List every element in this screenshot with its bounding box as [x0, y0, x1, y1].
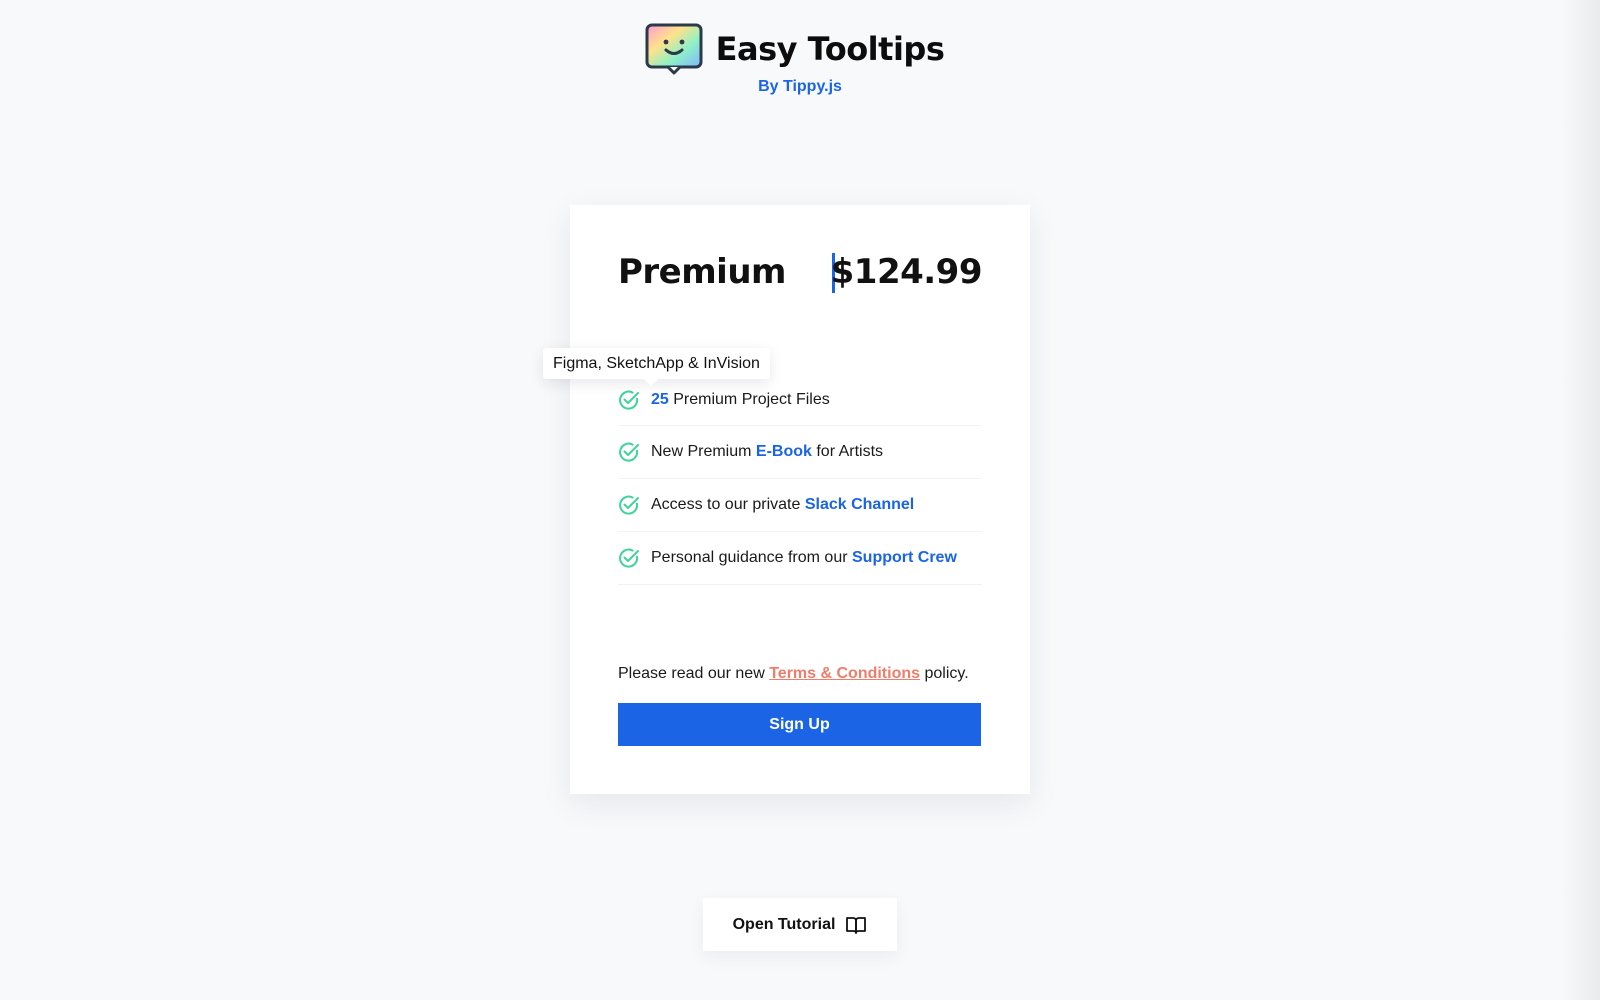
- feature-list: 25 Premium Project Files New Premium E-B…: [618, 374, 982, 585]
- feature-text: New Premium: [651, 443, 756, 460]
- feature-text: Premium Project Files: [668, 390, 830, 408]
- feature-item: New Premium E-Book for Artists: [618, 426, 982, 479]
- brand-title: Easy Tooltips: [715, 30, 945, 68]
- terms-text: Please read our new: [618, 665, 770, 682]
- tooltip-text: Figma, SketchApp & InVision: [553, 354, 760, 372]
- feature-item: Personal guidance from our Support Crew: [618, 532, 982, 585]
- feature-item: Access to our private Slack Channel: [618, 479, 982, 532]
- check-circle-icon: [619, 495, 639, 515]
- feature-highlight[interactable]: Support Crew: [852, 549, 957, 567]
- feature-text: for Artists: [811, 443, 884, 460]
- feature-text: Access to our private: [651, 496, 805, 513]
- terms-link[interactable]: Terms & Conditions: [769, 665, 920, 682]
- plan-header: Premium $124.99: [618, 247, 983, 297]
- open-tutorial-label: Open Tutorial: [732, 915, 836, 933]
- terms-text: policy.: [920, 665, 969, 682]
- open-tutorial-button[interactable]: Open Tutorial: [703, 898, 897, 951]
- check-circle-icon: [619, 548, 639, 568]
- pricing-card: Premium $124.99 25 Premium Project Files…: [570, 205, 1030, 794]
- smiley-tooltip-logo-icon: [645, 23, 703, 75]
- brand-row: Easy Tooltips: [644, 22, 945, 76]
- check-circle-icon: [619, 442, 639, 462]
- window-edge-shadow: [1560, 0, 1600, 1000]
- check-circle-icon: [619, 390, 639, 410]
- feature-item: 25 Premium Project Files: [618, 374, 982, 426]
- tooltip-arrow: [644, 379, 658, 386]
- sign-up-button[interactable]: Sign Up: [618, 703, 981, 746]
- plan-price: $124.99: [830, 252, 983, 292]
- brand-subtitle: By Tippy.js: [758, 78, 842, 95]
- open-book-icon: [846, 916, 867, 934]
- feature-text: Personal guidance from our: [651, 549, 852, 566]
- feature-highlight[interactable]: E-Book: [756, 443, 812, 461]
- terms-notice: Please read our new Terms & Conditions p…: [618, 665, 969, 683]
- tooltip: Figma, SketchApp & InVision: [543, 348, 770, 386]
- feature-highlight[interactable]: Slack Channel: [805, 496, 914, 514]
- brand-header: Easy Tooltips By Tippy.js: [0, 22, 1600, 96]
- feature-highlight[interactable]: 25: [651, 391, 669, 409]
- plan-name: Premium: [618, 252, 786, 292]
